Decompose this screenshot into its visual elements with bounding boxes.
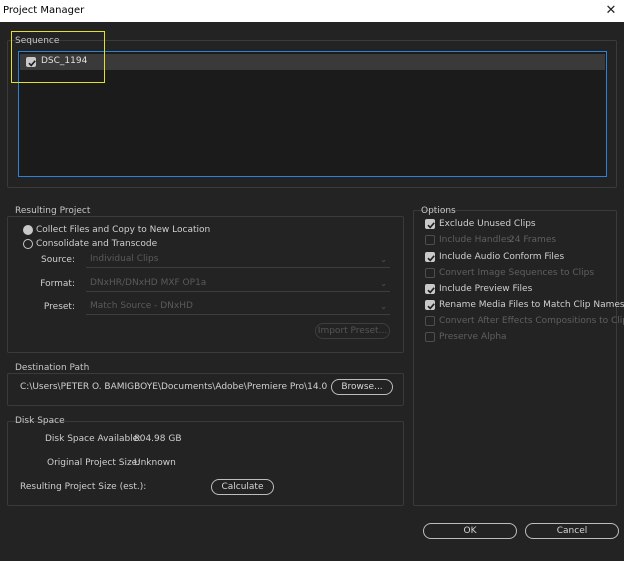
original-size-label: Original Project Size: (47, 458, 141, 468)
source-label: Source: (41, 255, 75, 265)
import-preset-button[interactable]: Import Preset... (315, 323, 390, 339)
chevron-down-icon: ⌄ (380, 279, 387, 288)
audio-conform-label[interactable]: Include Audio Conform Files (439, 252, 564, 262)
source-dropdown[interactable]: Individual Clips ⌄ (86, 252, 390, 268)
preset-label: Preset: (43, 302, 75, 312)
audio-conform-checkbox[interactable] (425, 252, 435, 262)
source-value: Individual Clips (90, 254, 159, 264)
preset-value: Match Source - DNxHD (90, 301, 193, 311)
consolidate-label[interactable]: Consolidate and Transcode (36, 239, 157, 249)
image-sequences-checkbox[interactable] (425, 268, 435, 278)
preview-files-checkbox[interactable] (425, 284, 435, 294)
preserve-alpha-checkbox[interactable] (425, 332, 435, 342)
resulting-project-label: Resulting Project (15, 206, 91, 216)
sequence-name: DSC_1194 (41, 56, 88, 66)
destination-path: C:\Users\PETER O. BAMIGBOYE\Documents\Ad… (20, 382, 328, 392)
preview-files-label[interactable]: Include Preview Files (439, 284, 532, 294)
consolidate-radio[interactable] (23, 239, 33, 249)
ok-button[interactable]: OK (423, 523, 517, 539)
sequence-row[interactable]: DSC_1194 (20, 54, 605, 70)
disk-space-label: Disk Space (15, 416, 65, 426)
options-label: Options (421, 206, 456, 216)
exclude-unused-label[interactable]: Exclude Unused Clips (439, 219, 536, 229)
checkmark-icon (28, 60, 36, 67)
chevron-down-icon: ⌄ (380, 255, 387, 264)
rename-media-label[interactable]: Rename Media Files to Match Clip Names (439, 300, 624, 310)
include-handles-checkbox[interactable] (425, 235, 435, 245)
preserve-alpha-label[interactable]: Preserve Alpha (439, 332, 507, 342)
rename-media-checkbox[interactable] (425, 300, 435, 310)
browse-button[interactable]: Browse... (331, 379, 393, 395)
window-title: Project Manager (3, 5, 85, 16)
collect-files-label[interactable]: Collect Files and Copy to New Location (36, 225, 210, 235)
format-label: Format: (40, 279, 75, 289)
sequence-group-label: Sequence (15, 36, 60, 46)
sequence-list[interactable]: DSC_1194 (18, 51, 607, 177)
sequence-checkbox[interactable] (26, 57, 36, 67)
exclude-unused-checkbox[interactable] (425, 219, 435, 229)
convert-ae-label[interactable]: Convert After Effects Compositions to Cl… (439, 316, 624, 326)
preset-dropdown[interactable]: Match Source - DNxHD ⌄ (86, 299, 390, 315)
include-handles-label[interactable]: Include Handles: (439, 235, 514, 245)
disk-available-value: 804.98 GB (134, 434, 182, 444)
close-icon[interactable]: ✕ (604, 0, 618, 22)
checkmark-icon (427, 222, 435, 229)
format-value: DNxHR/DNxHD MXF OP1a (90, 278, 207, 288)
checkmark-icon (427, 255, 435, 262)
destination-label: Destination Path (15, 363, 90, 373)
original-size-value: Unknown (134, 458, 176, 468)
checkmark-icon (427, 287, 435, 294)
disk-available-label: Disk Space Available: (45, 434, 142, 444)
convert-ae-checkbox[interactable] (425, 316, 435, 326)
collect-files-radio[interactable] (23, 225, 33, 235)
resulting-size-label: Resulting Project Size (est.): (20, 482, 147, 492)
format-dropdown[interactable]: DNxHR/DNxHD MXF OP1a ⌄ (86, 276, 390, 292)
image-sequences-label[interactable]: Convert Image Sequences to Clips (439, 268, 594, 278)
title-bar: Project Manager ✕ (0, 0, 624, 22)
calculate-button[interactable]: Calculate (211, 479, 274, 495)
chevron-down-icon: ⌄ (380, 302, 387, 311)
cancel-button[interactable]: Cancel (525, 523, 619, 539)
include-handles-value[interactable]: 24 Frames (509, 235, 556, 245)
checkmark-icon (427, 303, 435, 310)
